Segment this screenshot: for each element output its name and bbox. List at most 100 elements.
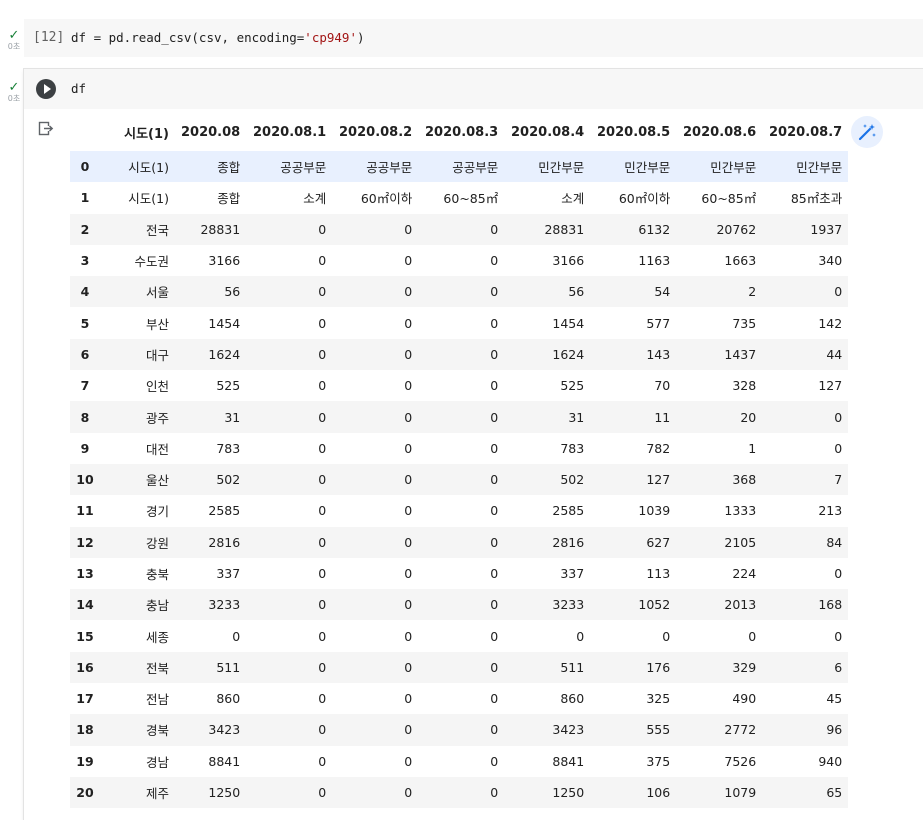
table-cell: 0 [490,440,499,456]
table-cell: 경북 [145,723,169,739]
table-cell: 인천 [145,379,169,395]
row-index: 10 [76,472,94,488]
cell1-status: ✓ 0초 [4,28,24,51]
table-cell: 511 [216,659,241,675]
run-cell-button[interactable] [36,79,56,99]
table-cell: 1333 [724,503,757,519]
table-cell: 0 [748,628,757,644]
table-cell: 0 [576,628,585,644]
table-cell: 0 [490,472,499,488]
row-index: 4 [80,284,90,300]
table-cell: 서울 [145,285,169,301]
table-cell: 0 [490,284,499,300]
table-cell: 168 [818,597,843,613]
table-cell: 0 [490,722,499,738]
table-cell: 시도(1) [128,191,169,207]
table-cell: 2816 [208,534,241,550]
row-index: 1 [80,190,90,206]
code-text: df = pd.read_csv(csv, encoding= [71,30,305,45]
table-row: 19 경남 8841 0 0 0 8841 375 7526 940 [70,745,849,777]
table-cell: 0 [404,722,413,738]
table-cell: 0 [490,785,499,801]
table-cell: 3166 [208,253,241,269]
check-icon: ✓ [8,28,20,43]
table-cell: 1 [748,440,757,456]
table-cell: 0 [318,409,327,425]
row-index: 7 [80,378,90,394]
table-cell: 54 [654,284,671,300]
table-cell: 0 [490,503,499,519]
table-cell: 142 [818,315,843,331]
table-cell: 1250 [552,785,585,801]
table-cell: 7 [834,472,843,488]
column-header: 2020.08.5 [590,114,677,151]
table-cell: 502 [216,472,241,488]
table-cell: 전북 [145,660,169,676]
table-cell: 0 [318,659,327,675]
table-cell: 시도(1) [128,160,169,176]
column-header: 2020.08.7 [762,114,849,151]
table-row: 3 수도권 3166 0 0 0 3166 1163 1663 340 [70,244,849,277]
table-row: 13 충북 337 0 0 0 337 113 224 0 [70,557,849,590]
table-cell: 0 [318,785,327,801]
table-cell: 충남 [145,598,169,614]
table-cell: 0 [404,440,413,456]
row-index: 0 [80,159,90,175]
table-row: 6 대구 1624 0 0 0 1624 143 1437 44 [70,338,849,371]
table-cell: 782 [646,440,671,456]
code-editor[interactable]: df = pd.read_csv(csv, encoding='cp949') [71,30,365,45]
table-row: 10 울산 502 0 0 0 502 127 368 7 [70,463,849,496]
table-cell: 울산 [145,473,169,489]
table-cell: 1250 [208,785,241,801]
header-row: 시도(1) 2020.08 2020.08.1 2020.08.2 2020.08.3 2… [70,114,849,151]
table-row: 2 전국 28831 0 0 0 28831 6132 20762 1937 [70,213,849,245]
table-cell: 1624 [552,346,585,362]
table-cell: 28831 [200,221,241,237]
table-cell: 0 [834,284,843,300]
column-header: 2020.08 [175,114,247,151]
table-cell: 0 [404,785,413,801]
table-cell: 0 [490,315,499,331]
table-row: 11 경기 2585 0 0 0 2585 1039 1333 213 [70,495,849,527]
column-header: 2020.08.4 [504,114,591,151]
row-index: 2 [80,221,90,237]
table-cell: 2816 [552,534,585,550]
row-index: 18 [76,722,94,738]
code-cell-1[interactable]: [12] df = pd.read_csv(csv, encoding='cp9… [24,19,923,57]
table-row: 9 대전 783 0 0 0 783 782 1 0 [70,432,849,464]
table-cell: 31 [224,409,241,425]
magic-wand-button[interactable] [851,116,883,148]
code-editor[interactable]: df [71,81,86,96]
output-redirect-icon[interactable] [38,121,54,137]
table-cell: 경남 [145,754,169,770]
table-cell: 60~85㎡ [701,191,757,207]
table-row: 16 전북 511 0 0 0 511 176 329 6 [70,651,849,684]
table-cell: 0 [318,346,327,362]
table-cell: 1163 [638,253,671,269]
table-cell: 20 [740,409,757,425]
table-cell: 940 [818,753,843,769]
table-cell: 56 [568,284,585,300]
code-string: 'cp949' [304,30,357,45]
table-cell: 0 [404,378,413,394]
table-row: 12 강원 2816 0 0 0 2816 627 2105 84 [70,526,849,558]
magic-wand-icon [858,124,876,141]
column-header: 2020.08.1 [246,114,333,151]
table-cell: 경기 [145,504,169,520]
table-cell: 525 [216,378,241,394]
row-index: 14 [76,597,94,613]
table-cell: 735 [732,315,757,331]
table-cell: 0 [404,346,413,362]
table-cell: 337 [560,566,585,581]
row-index: 3 [80,253,90,269]
cell2-code-area[interactable]: df [24,69,923,109]
table-cell: 3233 [208,597,241,613]
table-cell: 0 [318,691,327,707]
row-index: 15 [76,628,94,644]
table-row: 14 충남 3233 0 0 0 3233 1052 2013 168 [70,589,849,621]
code-cell-2[interactable]: df 시도(1) 2020.08 2020.08.1 2020.08.2 202… [24,69,923,820]
table-cell: 대전 [145,441,169,457]
table-cell: 강원 [145,535,169,551]
table-cell: 0 [404,566,413,581]
table-cell: 0 [834,409,843,425]
